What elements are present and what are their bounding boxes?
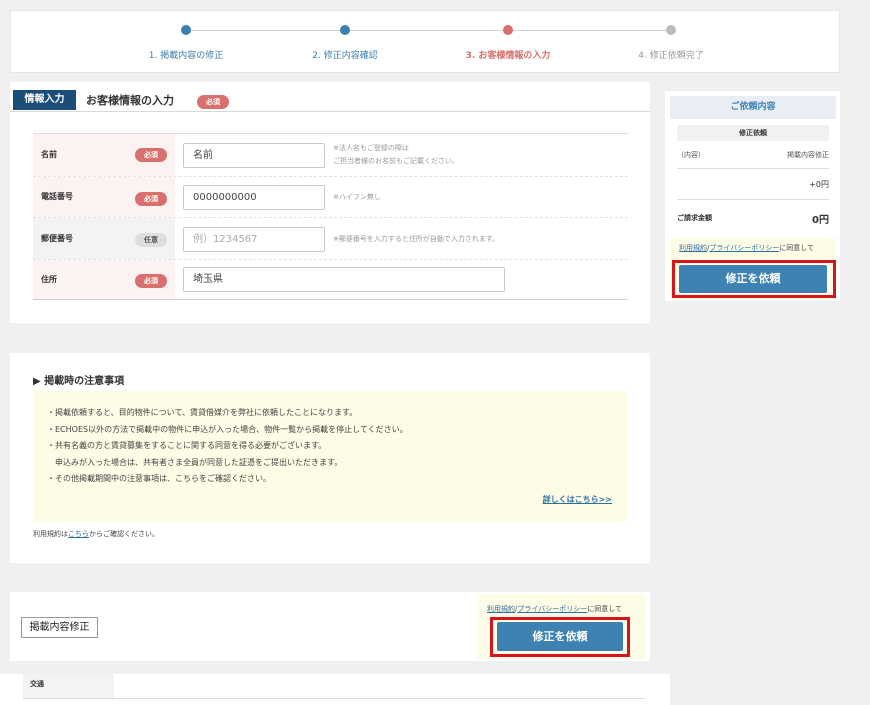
phone-note: ※ハイフン無し xyxy=(333,193,381,201)
step-1-dot xyxy=(181,25,191,35)
summary-agree-text: 利用規約/プライバシーポリシーに同意して xyxy=(679,243,814,253)
notice-item: ・その他掲載期間中の注意事項は、こちらをご確認ください。 xyxy=(47,474,271,483)
step-2-label: 2. 修正内容確認 xyxy=(312,51,378,61)
summary-submit-request-button[interactable]: 修正を依頼 xyxy=(679,265,827,293)
summary-content-label: （内容） xyxy=(677,151,705,159)
summary-title: ご依頼内容 xyxy=(670,96,836,119)
notice-item: 申込みが入った場合は、共有者さま全員が同意した証憑をご提出いただきます。 xyxy=(47,457,343,467)
step-4-dot xyxy=(666,25,676,35)
step-2-dot xyxy=(340,25,350,35)
form-tag: 情報入力 xyxy=(13,90,76,110)
required-badge: 必須 xyxy=(135,148,167,162)
summary-rule-2 xyxy=(677,199,829,200)
notice-item: ・ECHOES以外の方法で掲載中の物件に申込が入った場合、物件一覧から掲載を停止… xyxy=(47,424,408,434)
field-row-name: 名前 必須 xyxy=(33,134,628,177)
field-label-phone: 電話番号 xyxy=(41,192,73,201)
field-label-cell: 住所 必須 xyxy=(33,260,175,299)
required-badge: 必須 xyxy=(135,192,167,206)
terms-link[interactable]: こちら xyxy=(68,530,89,538)
summary-rule-1 xyxy=(677,168,829,169)
notice-list: ・掲載依頼すると、目的物件について、賃貸借媒介を弊社に依頼したことになります。 … xyxy=(47,405,408,488)
agree-suffix: に同意して xyxy=(779,244,815,252)
bottom-agree-text: 利用規約/プライバシーポリシーに同意して xyxy=(487,604,622,614)
name-note: ※法人名もご登録の際は ご担当者様のお名前もご記載ください。 xyxy=(333,144,459,165)
form-title-rule xyxy=(10,111,650,112)
address-input[interactable]: 埼玉県 xyxy=(183,267,505,292)
submit-request-button[interactable]: 修正を依頼 xyxy=(497,622,623,651)
optional-badge: 任意 xyxy=(135,233,167,247)
privacy-policy-link[interactable]: プライバシーポリシー xyxy=(709,244,779,252)
step-1-label: 1. 掲載内容の修正 xyxy=(148,51,224,61)
phone-input[interactable]: 0000000000 xyxy=(183,185,325,210)
agree-suffix: に同意して xyxy=(587,605,623,613)
terms-link[interactable]: 利用規約 xyxy=(679,244,707,252)
field-label-cell: 電話番号 必須 xyxy=(33,177,175,217)
terms-note: 利用規約はこちらからご確認ください。 xyxy=(33,529,159,539)
step-3-label: 3. お客様情報の入力 xyxy=(465,51,551,61)
name-input[interactable]: 名前 xyxy=(183,143,325,168)
step-3-dot xyxy=(503,25,513,35)
more-details-link[interactable]: 詳しくはこちら>> xyxy=(543,494,612,505)
notice-item: ・掲載依頼すると、目的物件について、賃貸借媒介を弊社に依頼したことになります。 xyxy=(47,408,358,417)
summary-content-value: 掲載内容修正 xyxy=(787,151,829,159)
notice-box: ・掲載依頼すると、目的物件について、賃貸借媒介を弊社に依頼したことになります。 … xyxy=(33,391,627,522)
postal-note: ※郵便番号を入力すると住所が自動で入力されます。 xyxy=(333,235,500,243)
summary-total-label: ご請求金額 xyxy=(677,214,712,222)
notice-item: ・共有名義の方と賃貸募集をすることに関する同意を得る必要がございます。 xyxy=(47,441,327,450)
field-label-name: 名前 xyxy=(41,150,57,159)
summary-subtotal: +0円 xyxy=(809,180,829,189)
field-label-address: 住所 xyxy=(41,275,57,284)
field-label-cell: 名前 必須 xyxy=(33,134,175,176)
progress-stepper: 1. 掲載内容の修正 2. 修正内容確認 3. お客様情報の入力 4. 修正依頼… xyxy=(10,10,840,73)
edit-content-button[interactable]: 掲載内容修正 xyxy=(21,617,98,638)
field-row-phone: 電話番号 必須 xyxy=(33,177,628,218)
privacy-policy-link[interactable]: プライバシーポリシー xyxy=(517,605,587,613)
step-4-label: 4. 修正依頼完了 xyxy=(638,51,704,61)
field-label-cell: 郵便番号 任意 xyxy=(33,218,175,259)
peek-rule xyxy=(23,698,645,699)
field-label-postal: 郵便番号 xyxy=(41,234,73,243)
summary-section: 修正依頼 xyxy=(677,125,829,141)
terms-suffix: からご確認ください。 xyxy=(89,530,159,538)
form-title: お客様情報の入力 xyxy=(86,94,174,107)
stepper-line xyxy=(187,30,672,31)
summary-total-value: 0円 xyxy=(812,215,829,226)
terms-link[interactable]: 利用規約 xyxy=(487,605,515,613)
peek-label: 交通 xyxy=(30,680,44,688)
terms-prefix: 利用規約は xyxy=(33,530,68,538)
form-title-required-badge: 必須 xyxy=(197,95,229,109)
postal-code-input[interactable]: 例）1234567 xyxy=(183,227,325,252)
required-badge: 必須 xyxy=(135,274,167,288)
field-row-postal: 郵便番号 任意 xyxy=(33,218,628,260)
notice-title: ▶ 掲載時の注意事項 xyxy=(33,376,125,387)
